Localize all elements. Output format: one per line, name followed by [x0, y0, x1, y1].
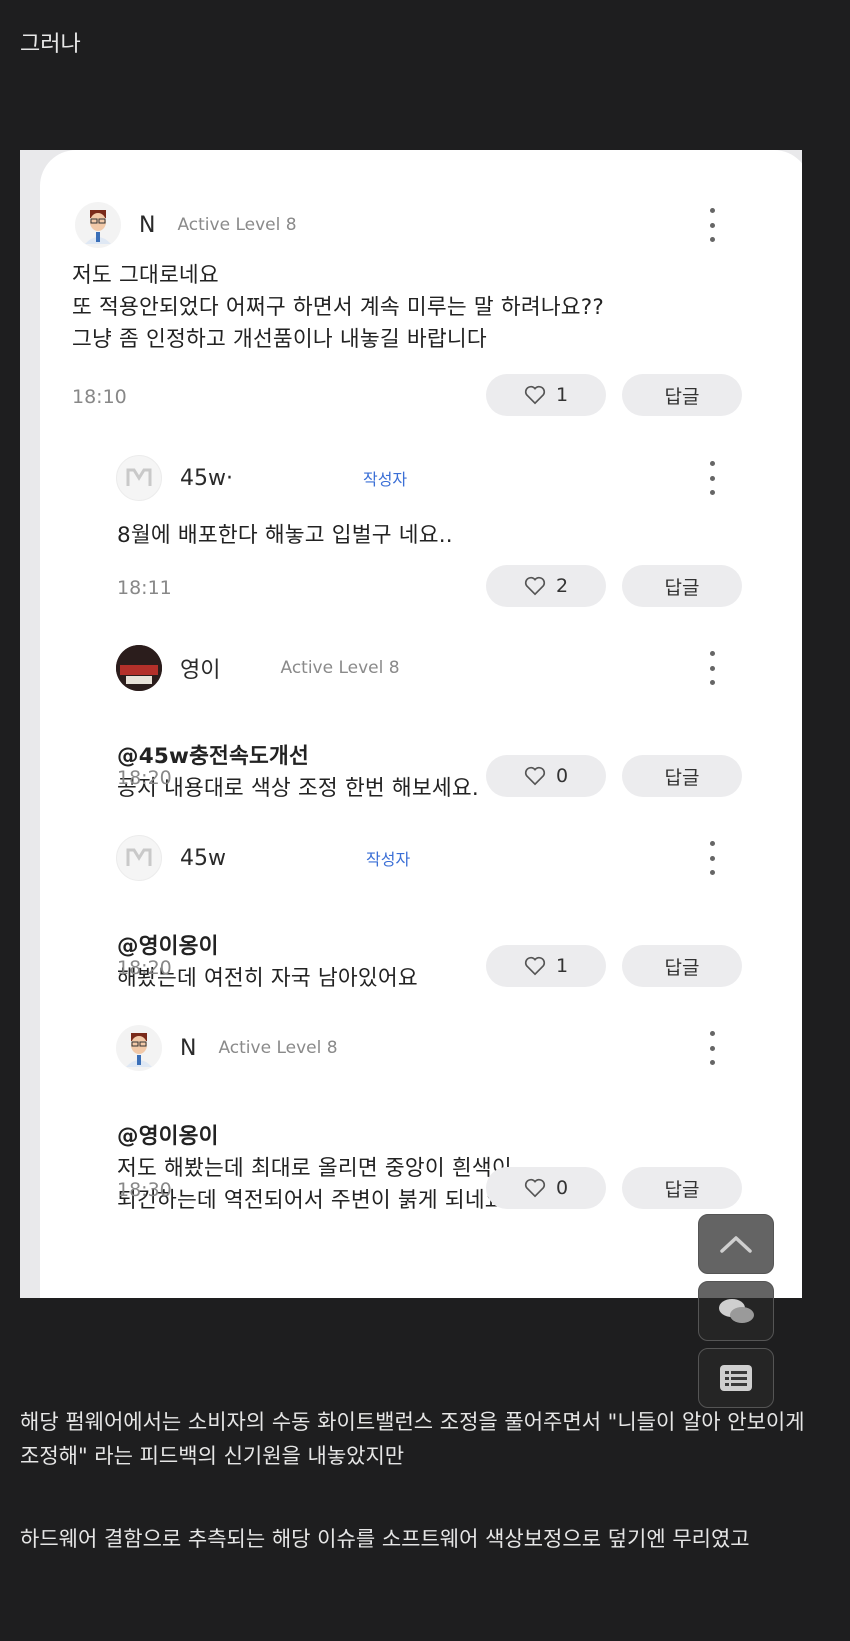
like-count: 2: [555, 575, 569, 597]
comment-time: 18:20: [117, 957, 172, 979]
more-options-icon[interactable]: [702, 1031, 722, 1065]
comment-header: N Active Level 8: [75, 200, 297, 250]
comments-button[interactable]: [698, 1281, 774, 1341]
heart-icon: [524, 385, 546, 405]
reply-button[interactable]: 답글: [622, 565, 742, 607]
avatar[interactable]: [116, 1025, 162, 1071]
like-count: 1: [555, 384, 569, 406]
chevron-up-icon: [720, 1236, 752, 1253]
heart-icon: [524, 766, 546, 786]
avatar[interactable]: [116, 645, 162, 691]
like-button[interactable]: 1: [486, 945, 606, 987]
mention-tag[interactable]: @영이옹이: [117, 1124, 219, 1149]
heart-icon: [524, 576, 546, 596]
avatar[interactable]: [116, 835, 162, 881]
author-badge: 작성자: [362, 470, 408, 489]
mention-tag[interactable]: @45w충전속도개선: [117, 744, 309, 769]
list-button[interactable]: [698, 1348, 774, 1408]
avatar[interactable]: [75, 202, 121, 248]
more-options-icon[interactable]: [702, 208, 722, 242]
comment-header: 45w· 작성자: [116, 453, 407, 503]
intro-text: 그러나: [20, 32, 81, 57]
comment-text: @45w충전속도개선 공지 내용대로 색상 조정 한번 해보세요.: [117, 709, 479, 805]
comment-text: @영이옹이 저도 해봤는데 최대로 올리면 중앙이 흰색이 되긴하는데 역전되어…: [117, 1089, 512, 1217]
like-count: 0: [555, 765, 569, 787]
reply-button[interactable]: 답글: [622, 374, 742, 416]
list-icon: [720, 1365, 752, 1391]
comment-time: 18:20: [117, 767, 172, 789]
comment-header: N Active Level 8: [116, 1023, 338, 1073]
scroll-top-button[interactable]: [698, 1214, 774, 1274]
user-level: Active Level 8: [280, 658, 400, 678]
like-count: 1: [555, 955, 569, 977]
comment-screenshot: N Active Level 8 저도 그대로네요 또 적용안되었다 어쩌구 하…: [20, 150, 802, 1298]
comment-time: 18:11: [117, 577, 172, 599]
mention-tag[interactable]: @영이옹이: [117, 934, 219, 959]
like-button[interactable]: 1: [486, 374, 606, 416]
heart-icon: [524, 956, 546, 976]
nickname[interactable]: N: [139, 213, 155, 238]
reply-button[interactable]: 답글: [622, 755, 742, 797]
comment-text: 8월에 배포한다 해놓고 입벌구 네요..: [117, 523, 453, 548]
comment-time: 18:10: [72, 386, 127, 408]
like-button[interactable]: 0: [486, 755, 606, 797]
chat-bubbles-icon: [719, 1299, 754, 1323]
reply-button[interactable]: 답글: [622, 1167, 742, 1209]
reply-button[interactable]: 답글: [622, 945, 742, 987]
like-button[interactable]: 0: [486, 1167, 606, 1209]
post-paragraph: 하드웨어 결함으로 추측되는 해당 이슈를 소프트웨어 색상보정으로 덮기엔 무…: [20, 1527, 750, 1551]
more-options-icon[interactable]: [702, 461, 722, 495]
nickname[interactable]: 45w·: [180, 466, 233, 491]
nickname[interactable]: N: [180, 1036, 196, 1061]
more-options-icon[interactable]: [702, 651, 722, 685]
heart-icon: [524, 1178, 546, 1198]
avatar[interactable]: [116, 455, 162, 501]
comment-header: 영이 Active Level 8: [116, 643, 400, 693]
comment-text: @영이옹이 해봤는데 여전히 자국 남아있어요: [117, 899, 418, 995]
user-level: Active Level 8: [218, 1038, 338, 1058]
nickname[interactable]: 영이: [180, 652, 220, 684]
comment-text: 저도 그대로네요 또 적용안되었다 어쩌구 하면서 계속 미루는 말 하려나요?…: [72, 263, 605, 352]
user-level: Active Level 8: [177, 215, 297, 235]
comment-time: 18:30: [117, 1179, 172, 1201]
comment-header: 45w 작성자: [116, 833, 410, 883]
like-button[interactable]: 2: [486, 565, 606, 607]
like-count: 0: [555, 1177, 569, 1199]
author-badge: 작성자: [366, 850, 411, 869]
post-paragraph: 해당 펌웨어에서는 소비자의 수동 화이트밸런스 조정을 풀어주면서 "니들이 …: [20, 1410, 805, 1468]
comment-body: 저도 해봤는데 최대로 올리면 중앙이 흰색이 되긴하는데 역전되어서 주변이 …: [117, 1156, 512, 1213]
more-options-icon[interactable]: [702, 841, 722, 875]
nickname[interactable]: 45w: [180, 846, 226, 871]
